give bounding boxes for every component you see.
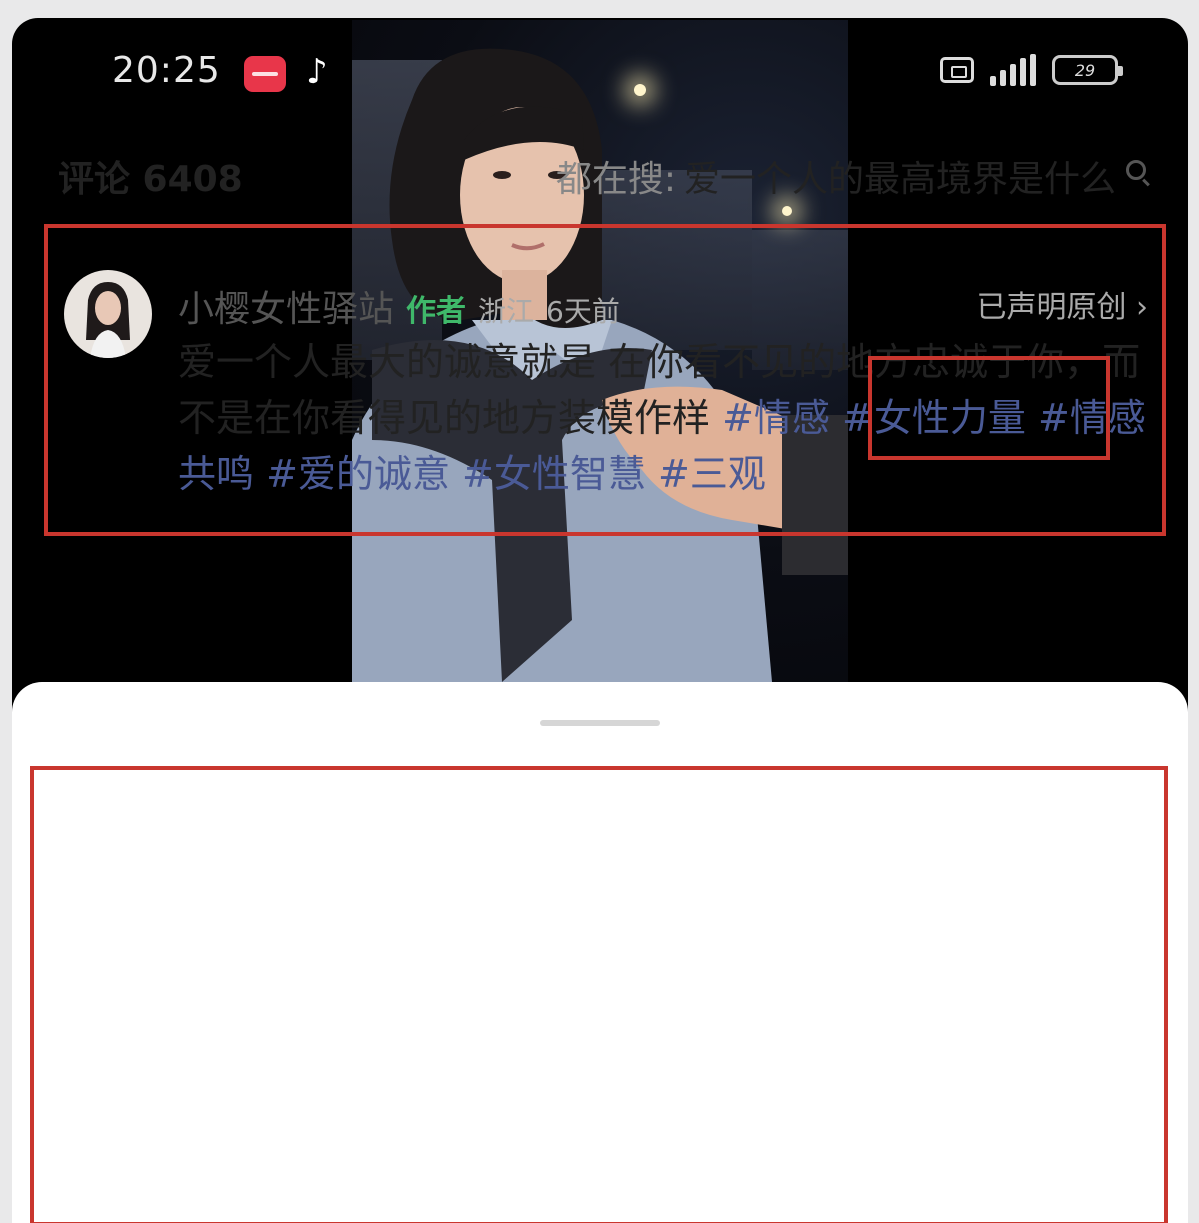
author-name[interactable]: 小樱女性驿站 bbox=[178, 280, 394, 332]
search-query[interactable]: 爱一个人的最高境界是什么 bbox=[684, 150, 1116, 202]
highlight-box-outer bbox=[30, 766, 1168, 1223]
tiktok-icon: ♪ bbox=[306, 52, 328, 92]
avatar[interactable] bbox=[64, 270, 152, 358]
comments-count: 评论 6408 bbox=[58, 159, 243, 200]
battery-level: 29 bbox=[1074, 60, 1096, 80]
comment-sheet bbox=[12, 682, 1188, 1223]
highlight-box-keyword bbox=[868, 356, 1110, 460]
hashtag[interactable]: #三观 bbox=[658, 452, 766, 496]
hashtag[interactable]: #爱的诚意 bbox=[266, 452, 450, 496]
nfc-icon bbox=[940, 57, 974, 83]
author-badge: 作者 bbox=[406, 294, 467, 329]
search-icon[interactable] bbox=[1126, 160, 1146, 180]
app-notification-icon bbox=[244, 56, 286, 92]
comment-time: 6天前 bbox=[546, 295, 620, 328]
status-time: 20:25 bbox=[112, 50, 221, 91]
signal-icon bbox=[990, 54, 1036, 86]
hashtag[interactable]: #女性智慧 bbox=[462, 452, 646, 496]
status-icons: 29 bbox=[940, 54, 1123, 86]
hashtag[interactable]: #情感 bbox=[722, 396, 830, 440]
battery-icon: 29 bbox=[1052, 55, 1123, 85]
drag-handle[interactable] bbox=[540, 720, 660, 726]
comment-author-row: 小樱女性驿站 作者 浙江 6天前 bbox=[178, 280, 620, 332]
claim-label: 已声明原创 bbox=[976, 290, 1127, 325]
original-claim-link[interactable]: 已声明原创 › bbox=[976, 282, 1148, 326]
comment-location: 浙江 bbox=[478, 295, 535, 328]
trending-search[interactable]: 都在搜: 爱一个人的最高境界是什么 bbox=[556, 150, 1146, 202]
phone-screen: 20:25 ♪ 29 评论 6408 都在搜: 爱一个人的最高境界是什么 小樱女… bbox=[12, 18, 1188, 1223]
search-prefix: 都在搜: bbox=[555, 159, 676, 200]
